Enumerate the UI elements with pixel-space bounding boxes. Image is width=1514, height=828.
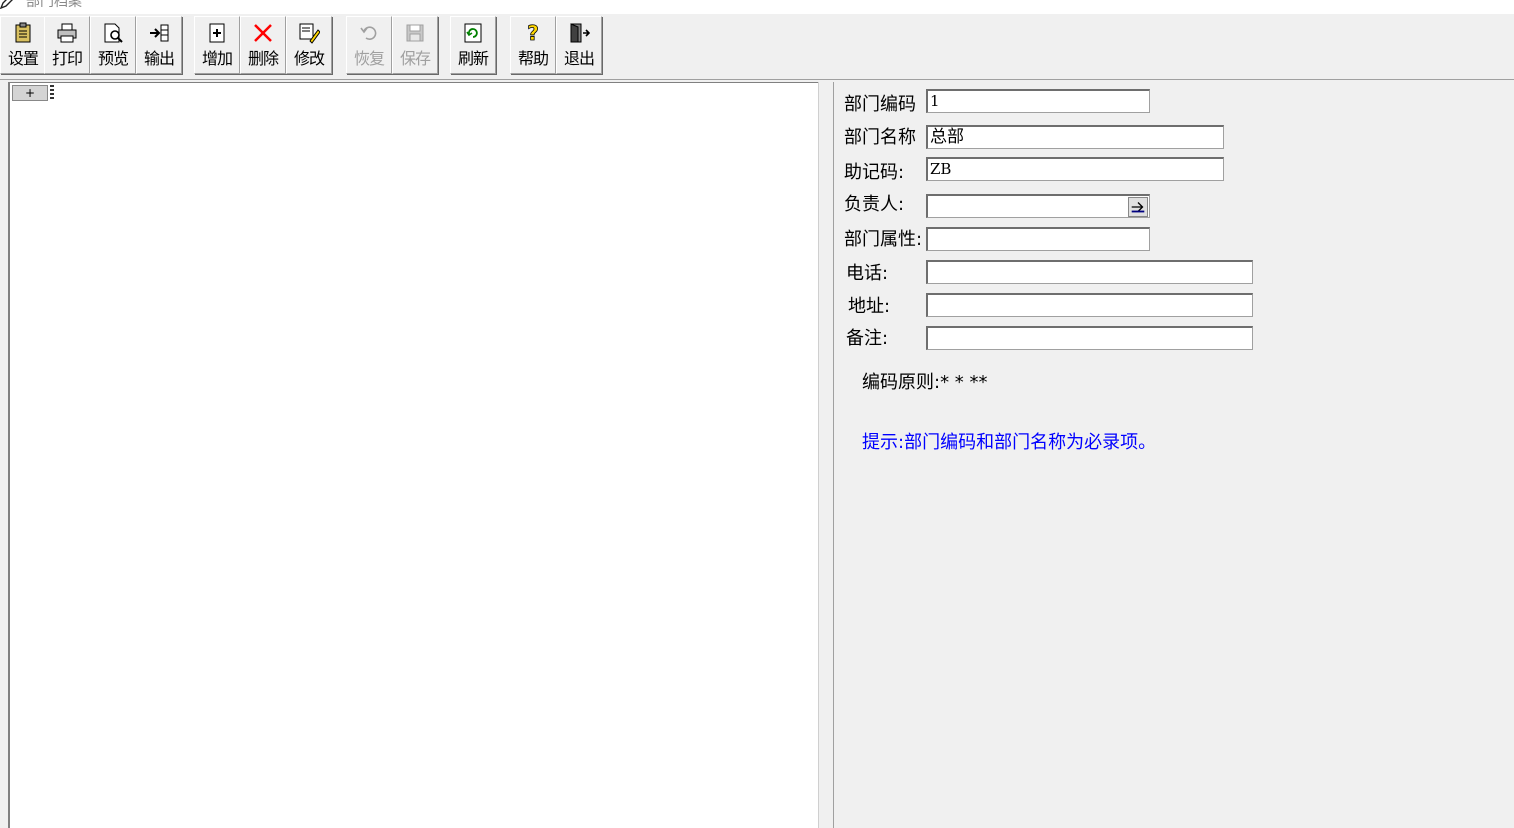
delete-button[interactable]: 删除 — [240, 16, 286, 74]
print-label: 打印 — [51, 49, 83, 68]
dept-attr-label: 部门属性: — [844, 229, 923, 250]
tree-expand-button[interactable]: + — [12, 85, 48, 101]
floppy-disk-icon — [404, 22, 426, 44]
lookup-icon — [1131, 202, 1145, 213]
dept-code-label: 部门编码 — [844, 94, 916, 115]
edit-document-icon — [298, 22, 320, 44]
dept-attr-input[interactable] — [926, 227, 1150, 251]
department-tree[interactable]: + — [8, 82, 818, 828]
preview-label: 预览 — [97, 49, 129, 68]
clipboard-icon — [12, 22, 34, 44]
question-mark-icon: ? — [522, 22, 544, 44]
add-label: 增加 — [201, 49, 233, 68]
print-button[interactable]: 打印 — [44, 16, 90, 74]
settings-button[interactable]: 设置 — [0, 16, 46, 74]
printer-icon — [56, 22, 78, 44]
refresh-label: 刷新 — [457, 49, 489, 68]
manager-lookup-button[interactable] — [1128, 197, 1148, 217]
save-button[interactable]: 保存 — [392, 16, 438, 74]
delete-label: 删除 — [247, 49, 279, 68]
settings-label: 设置 — [7, 49, 39, 68]
panel-splitter[interactable] — [818, 82, 834, 828]
code-rule-text: 编码原则:* * ** — [862, 372, 988, 393]
add-button[interactable]: 增加 — [194, 16, 240, 74]
add-document-icon — [206, 22, 228, 44]
export-icon — [148, 22, 170, 44]
mnemonic-input[interactable]: ZB — [926, 157, 1224, 181]
svg-text:?: ? — [527, 22, 539, 44]
dept-name-label: 部门名称 — [844, 127, 916, 148]
exit-label: 退出 — [563, 49, 595, 68]
remark-label: 备注: — [846, 328, 889, 349]
refresh-button[interactable]: 刷新 — [450, 16, 496, 74]
magnifier-page-icon — [102, 22, 124, 44]
address-label: 地址: — [848, 296, 891, 317]
remark-input[interactable] — [926, 326, 1253, 350]
refresh-icon — [462, 22, 484, 44]
save-label: 保存 — [399, 49, 431, 68]
preview-button[interactable]: 预览 — [90, 16, 136, 74]
help-label: 帮助 — [517, 49, 549, 68]
toolbar: 设置 打印 预览 输出 增加 删除 修改 恢复 保存 刷新 ? 帮助 退出 — [0, 14, 1514, 80]
edit-label: 修改 — [293, 49, 325, 68]
dept-code-input[interactable]: 1 — [926, 89, 1150, 113]
address-input[interactable] — [926, 293, 1253, 317]
export-label: 输出 — [143, 49, 175, 68]
tree-focus-marker — [50, 85, 54, 101]
restore-label: 恢复 — [353, 49, 385, 68]
mnemonic-label: 助记码: — [844, 162, 905, 183]
export-button[interactable]: 输出 — [136, 16, 182, 74]
manager-label: 负责人: — [844, 194, 905, 215]
phone-input[interactable] — [926, 260, 1253, 284]
undo-icon — [358, 22, 380, 44]
edit-button[interactable]: 修改 — [286, 16, 332, 74]
phone-label: 电话: — [846, 263, 889, 284]
exit-door-icon — [568, 22, 590, 44]
title-bar: 部门档案 — [0, 0, 1514, 14]
pencil-icon — [0, 0, 14, 10]
dept-name-input[interactable]: 总部 — [926, 125, 1224, 149]
help-button[interactable]: ? 帮助 — [510, 16, 556, 74]
manager-combobox[interactable] — [926, 194, 1150, 218]
window-title: 部门档案 — [26, 0, 82, 10]
restore-button[interactable]: 恢复 — [346, 16, 392, 74]
delete-x-icon — [252, 22, 274, 44]
exit-button[interactable]: 退出 — [556, 16, 602, 74]
hint-text: 提示:部门编码和部门名称为必录项。 — [862, 432, 1157, 453]
